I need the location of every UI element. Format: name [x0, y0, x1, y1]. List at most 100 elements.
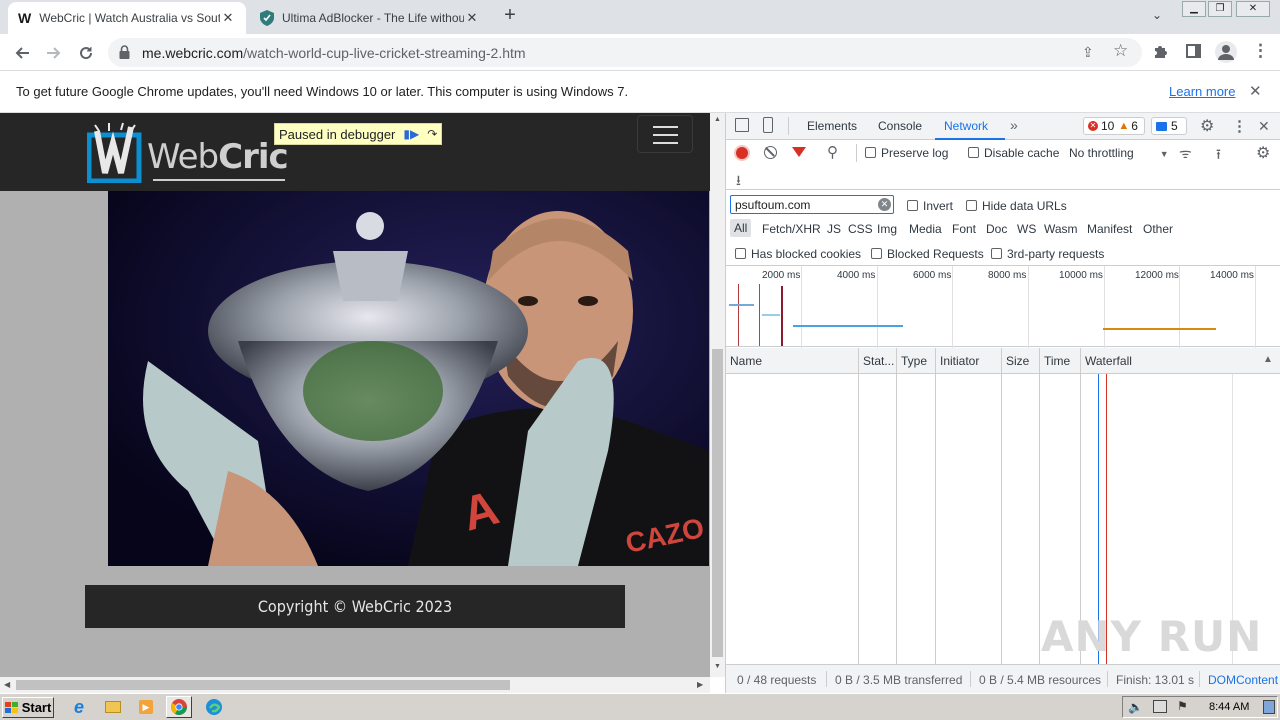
url-text[interactable]: me.webcric.com/watch-world-cup-live-cric… [142, 45, 526, 61]
close-tab-icon[interactable]: ✕ [464, 10, 480, 26]
media-player-icon[interactable]: ▶ [133, 696, 159, 718]
start-label: Start [21, 700, 52, 715]
network-conditions-icon[interactable]: ᯤ [1179, 144, 1192, 163]
new-tab-icon[interactable]: + [498, 4, 522, 30]
page-horizontal-scrollbar[interactable]: ◀ ▶ [0, 677, 710, 693]
invert-checkbox[interactable]: Invert [907, 199, 953, 213]
filter-all[interactable]: All [730, 219, 752, 237]
column-waterfall[interactable]: Waterfall [1081, 348, 1280, 374]
column-size[interactable]: Size [1002, 348, 1040, 374]
export-har-icon[interactable]: ⭳ [736, 170, 741, 194]
filter-js[interactable]: JS [827, 222, 841, 236]
status-requests: 0 / 48 requests [737, 673, 817, 687]
issues-counter[interactable]: ✕ 10 ▲ 6 [1083, 117, 1145, 135]
tick-label: 6000 ms [913, 270, 952, 281]
close-window-icon[interactable]: ✕ [1236, 1, 1270, 17]
scroll-down-arrow-icon[interactable]: ▼ [714, 663, 721, 670]
record-icon[interactable] [736, 147, 748, 159]
close-tab-icon[interactable]: ✕ [220, 10, 236, 26]
filter-img[interactable]: Img [877, 222, 897, 236]
tab-webcric[interactable]: W WebCric | Watch Australia vs South ✕ [8, 2, 246, 34]
horizontal-scroll-thumb[interactable] [16, 680, 510, 690]
share-icon[interactable]: ⇪ [1082, 44, 1094, 61]
scroll-left-arrow-icon[interactable]: ◀ [4, 680, 10, 689]
filter-icon[interactable] [792, 147, 806, 157]
messages-counter[interactable]: 5 [1151, 117, 1187, 135]
back-icon[interactable] [6, 34, 38, 71]
reload-icon[interactable] [70, 34, 102, 71]
clear-icon[interactable] [764, 146, 777, 159]
filter-doc[interactable]: Doc [986, 222, 1007, 236]
clock[interactable]: 8:44 AM [1209, 701, 1249, 713]
search-icon[interactable]: ⚲ [827, 143, 838, 161]
device-toolbar-icon[interactable] [763, 117, 773, 133]
close-devtools-icon[interactable]: ✕ [1258, 118, 1270, 135]
minimize-icon[interactable]: ▁ [1182, 1, 1206, 17]
tab-search-icon[interactable]: ⌄ [1152, 8, 1162, 22]
column-status[interactable]: Stat... [859, 348, 897, 374]
clear-filter-icon[interactable]: ✕ [878, 198, 891, 211]
preserve-log-checkbox[interactable]: Preserve log [865, 146, 948, 160]
sort-ascending-icon[interactable]: ▲ [1263, 354, 1273, 365]
filter-other[interactable]: Other [1143, 222, 1173, 236]
filter-ws[interactable]: WS [1017, 222, 1036, 236]
filter-fetch-xhr[interactable]: Fetch/XHR [762, 222, 821, 236]
edge-icon[interactable] [201, 696, 227, 718]
column-time[interactable]: Time [1040, 348, 1081, 374]
filter-media[interactable]: Media [909, 222, 942, 236]
learn-more-link[interactable]: Learn more [1169, 84, 1235, 99]
scroll-up-arrow-icon[interactable]: ▲ [714, 116, 721, 123]
throttling-select[interactable]: No throttling ▼ [1069, 146, 1169, 160]
infobar-close-icon[interactable]: ✕ [1249, 82, 1262, 100]
filter-font[interactable]: Font [952, 222, 976, 236]
network-icon[interactable] [1153, 700, 1167, 713]
hamburger-menu-button[interactable] [637, 115, 693, 153]
resume-icon[interactable]: ▮▶ [403, 127, 419, 141]
show-desktop-icon[interactable] [1263, 700, 1275, 714]
chrome-taskbar-icon[interactable] [166, 696, 192, 718]
restore-icon[interactable]: ❐ [1208, 1, 1232, 17]
filter-css[interactable]: CSS [848, 222, 873, 236]
lock-icon[interactable] [119, 45, 130, 62]
tab-elements[interactable]: Elements [807, 119, 857, 133]
devtools-menu-icon[interactable]: ⋮ [1232, 117, 1247, 135]
tab-adblocker[interactable]: Ultima AdBlocker - The Life without A ✕ [250, 2, 490, 34]
volume-icon[interactable]: 🔈 [1128, 700, 1143, 714]
column-type[interactable]: Type [897, 348, 936, 374]
forward-icon[interactable] [38, 34, 70, 71]
settings-gear-icon[interactable]: ⚙ [1200, 116, 1214, 136]
url-path: /watch-world-cup-live-cricket-streaming-… [243, 45, 526, 61]
filter-wasm[interactable]: Wasm [1044, 222, 1078, 236]
copyright-text: Copyright © WebCric 2023 [257, 597, 453, 616]
tab-network[interactable]: Network [944, 119, 988, 133]
side-panel-icon[interactable] [1186, 44, 1201, 58]
tab-console[interactable]: Console [878, 119, 922, 133]
webcric-logo[interactable]: WebCric [86, 121, 289, 185]
profile-avatar-icon[interactable] [1215, 41, 1237, 63]
extensions-icon[interactable] [1153, 43, 1169, 62]
scroll-right-arrow-icon[interactable]: ▶ [697, 680, 703, 689]
filter-manifest[interactable]: Manifest [1087, 222, 1132, 236]
more-tabs-icon[interactable]: » [1010, 117, 1018, 133]
column-initiator[interactable]: Initiator [936, 348, 1002, 374]
column-name[interactable]: Name [726, 348, 859, 374]
internet-explorer-icon[interactable]: e [66, 696, 92, 718]
network-settings-gear-icon[interactable]: ⚙ [1256, 143, 1270, 163]
disable-cache-checkbox[interactable]: Disable cache [968, 146, 1059, 160]
vertical-scroll-thumb[interactable] [712, 349, 723, 657]
page-vertical-scrollbar[interactable]: ▲ ▼ [710, 113, 725, 677]
has-blocked-cookies-checkbox[interactable]: Has blocked cookies [735, 247, 861, 261]
import-har-icon[interactable]: ⭱ [1216, 144, 1221, 168]
bookmark-star-icon[interactable]: ☆ [1113, 41, 1128, 61]
file-explorer-icon[interactable] [100, 696, 126, 718]
network-overview[interactable]: 2000 ms 4000 ms 6000 ms 8000 ms 10000 ms… [726, 265, 1280, 348]
filter-input[interactable]: psuftoum.com ✕ [730, 195, 894, 214]
third-party-requests-checkbox[interactable]: 3rd-party requests [991, 247, 1104, 261]
chrome-menu-icon[interactable]: ⋮ [1252, 41, 1269, 61]
step-over-icon[interactable]: ↷ [427, 127, 437, 141]
start-button[interactable]: Start [2, 697, 54, 718]
action-center-flag-icon[interactable]: ⚑ [1177, 699, 1188, 713]
hide-data-urls-checkbox[interactable]: Hide data URLs [966, 199, 1067, 213]
blocked-requests-checkbox[interactable]: Blocked Requests [871, 247, 984, 261]
inspect-element-icon[interactable] [735, 118, 749, 132]
